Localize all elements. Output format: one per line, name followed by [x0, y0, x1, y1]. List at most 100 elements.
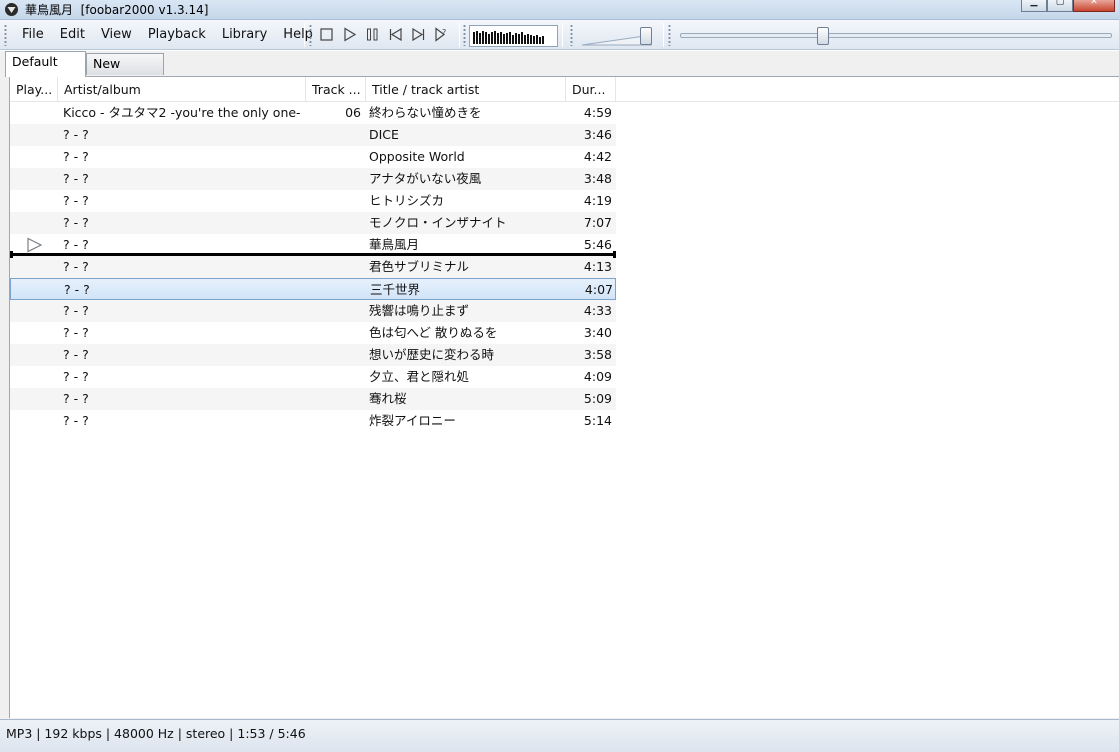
playing-cell	[10, 102, 58, 124]
spectrum-bar	[536, 35, 538, 44]
tab-default[interactable]: Default	[5, 51, 86, 77]
menu-file[interactable]: File	[14, 20, 52, 50]
table-row[interactable]: ? - ? 君色サブリミナル 4:13	[10, 256, 616, 278]
foobar-app-icon[interactable]	[4, 2, 19, 17]
track-number-cell	[307, 279, 362, 301]
pause-button[interactable]	[364, 26, 381, 43]
spectrum-bar	[515, 33, 517, 44]
spectrum-bar	[503, 34, 505, 44]
column-header-title[interactable]: Title / track artist	[366, 77, 566, 101]
spectrum-bar	[506, 33, 508, 44]
close-button[interactable]: ✕	[1073, 0, 1115, 12]
table-row[interactable]: ? - ? 夕立、君と隠れ処 4:09	[10, 366, 616, 388]
spectrum-bar	[533, 36, 535, 44]
spectrum-bar	[527, 34, 529, 44]
column-header-duration[interactable]: Dur...	[566, 77, 616, 101]
table-row[interactable]: Kicco - タユタマ2 -you're the only one-... 06…	[10, 102, 616, 124]
artist-album-cell: ? - ?	[63, 127, 89, 142]
duration-cell: 3:58	[583, 347, 612, 362]
track-number-cell	[306, 124, 361, 146]
seekbar-grip[interactable]	[668, 24, 671, 46]
duration-cell: 4:42	[583, 149, 612, 164]
table-row[interactable]: ? - ? モノクロ・インザナイト 7:07	[10, 212, 616, 234]
table-row[interactable]: ? - ? ヒトリシズカ 4:19	[10, 190, 616, 212]
artist-album-cell: ? - ?	[63, 325, 89, 340]
track-number-cell	[306, 168, 361, 190]
pause-icon	[367, 28, 378, 41]
menu-library[interactable]: Library	[214, 20, 275, 50]
seekbar-track[interactable]	[680, 33, 1112, 38]
playing-cell	[10, 190, 58, 212]
next-button[interactable]	[410, 26, 427, 43]
playing-cell	[10, 344, 58, 366]
spectrum-bar	[476, 31, 478, 44]
table-row[interactable]: ? - ? 想いが歴史に変わる時 3:58	[10, 344, 616, 366]
artist-album-cell: Kicco - タユタマ2 -you're the only one-...	[63, 105, 301, 120]
maximize-button[interactable]: ▢	[1047, 0, 1073, 12]
menu-help[interactable]: Help	[275, 20, 321, 50]
playlist-rows: Kicco - タユタマ2 -you're the only one-... 06…	[10, 102, 616, 432]
visualizer-grip[interactable]	[463, 24, 466, 46]
playing-cell	[10, 410, 58, 432]
title-cell: ヒトリシズカ	[369, 193, 445, 208]
table-row-selected[interactable]: ? - ? 三千世界 4:07	[10, 278, 616, 300]
toolbar-separator	[562, 23, 563, 47]
table-row[interactable]: ? - ? 残響は鳴り止まず 4:33	[10, 300, 616, 322]
artist-album-cell: ? - ?	[63, 171, 89, 186]
spectrum-visualizer[interactable]	[469, 25, 558, 47]
duration-cell: 4:07	[584, 282, 613, 297]
volume-slider-thumb[interactable]	[640, 27, 653, 45]
title-cell: 終わらない憧めきを	[369, 105, 482, 120]
restore-icon: ▢	[1055, 0, 1065, 7]
random-icon: ?	[435, 27, 446, 42]
spectrum-bar	[479, 33, 481, 44]
previous-button[interactable]	[387, 26, 404, 43]
random-button[interactable]: ?	[433, 26, 450, 43]
track-number-cell	[306, 322, 361, 344]
title-bar[interactable]: 華鳥風月 [foobar2000 v1.3.14] ▁ ▢ ✕	[0, 0, 1119, 20]
title-cell: 夕立、君と隠れ処	[369, 369, 470, 384]
artist-album-cell: ? - ?	[63, 391, 89, 406]
toolbar-separator	[459, 23, 460, 47]
menu-edit[interactable]: Edit	[52, 20, 93, 50]
artist-album-cell: ? - ?	[63, 193, 89, 208]
minimize-button[interactable]: ▁	[1021, 0, 1047, 12]
track-number-cell	[306, 366, 361, 388]
close-icon: ✕	[1090, 0, 1098, 7]
column-header-artist-album[interactable]: Artist/album	[58, 77, 306, 101]
spectrum-bar	[500, 32, 502, 44]
artist-album-cell: ? - ?	[63, 369, 89, 384]
track-number-cell	[306, 410, 361, 432]
seekbar-thumb[interactable]	[816, 27, 829, 45]
track-number-cell	[306, 300, 361, 322]
main-area: Default New Playlist Play... Artist/albu…	[0, 51, 1119, 719]
spectrum-bar	[530, 35, 532, 44]
spectrum-bar	[539, 37, 541, 44]
volume-grip[interactable]	[570, 24, 573, 46]
table-row[interactable]: ? - ? DICE 3:46	[10, 124, 616, 146]
toolbar-grip[interactable]	[309, 24, 312, 46]
title-cell: 色は匂へど 散りぬるを	[369, 325, 498, 340]
table-row[interactable]: ? - ? 色は匂へど 散りぬるを 3:40	[10, 322, 616, 344]
duration-cell: 4:59	[583, 105, 612, 120]
table-row[interactable]: ? - ? Opposite World 4:42	[10, 146, 616, 168]
playlist-header: Play... Artist/album Track ... Title / t…	[10, 77, 1119, 102]
play-button[interactable]	[341, 26, 358, 43]
menu-view[interactable]: View	[93, 20, 140, 50]
tab-new-playlist[interactable]: New Playlist	[86, 53, 164, 91]
track-number-cell	[306, 344, 361, 366]
menubar-grip[interactable]	[4, 24, 7, 46]
stop-button[interactable]	[318, 26, 335, 43]
column-header-playing[interactable]: Play...	[10, 77, 58, 101]
spectrum-bar	[485, 32, 487, 44]
artist-album-cell: ? - ?	[63, 259, 89, 274]
table-row[interactable]: ? - ? 炸裂アイロニー 5:14	[10, 410, 616, 432]
svg-text:?: ?	[442, 28, 446, 37]
column-header-track[interactable]: Track ...	[306, 77, 366, 101]
playlist-view[interactable]: Play... Artist/album Track ... Title / t…	[9, 76, 1119, 718]
title-cell: モノクロ・インザナイト	[369, 215, 507, 230]
menu-playback[interactable]: Playback	[140, 20, 214, 50]
table-row[interactable]: ? - ? 骞れ桜 5:09	[10, 388, 616, 410]
artist-album-cell: ? - ?	[63, 149, 89, 164]
table-row[interactable]: ? - ? アナタがいない夜風 3:48	[10, 168, 616, 190]
